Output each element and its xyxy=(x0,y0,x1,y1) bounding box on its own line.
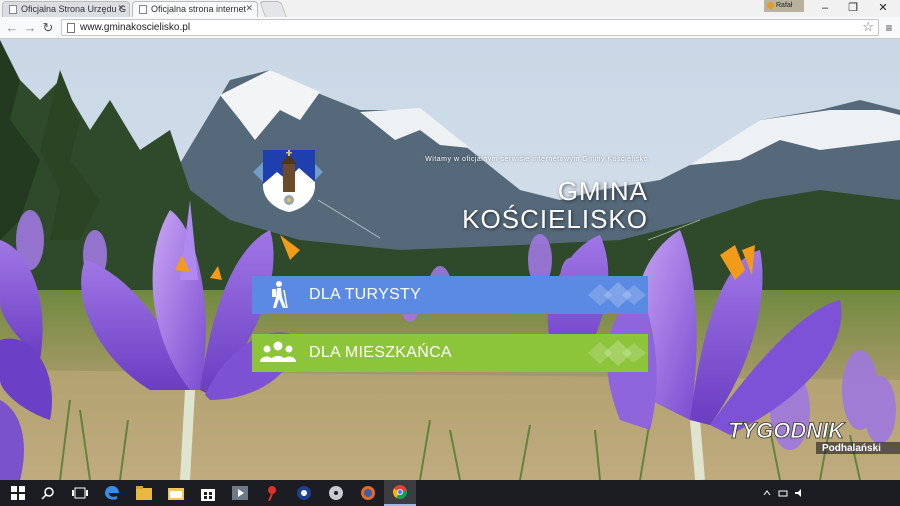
page-favicon-icon xyxy=(139,5,147,14)
url-text: www.gminakoscielisko.pl xyxy=(80,22,191,33)
decorative-pattern xyxy=(588,340,646,366)
page-favicon-icon xyxy=(9,5,17,14)
reload-icon[interactable]: ↻ xyxy=(40,19,56,37)
pin-icon[interactable] xyxy=(256,480,288,506)
back-arrow-icon[interactable]: ← xyxy=(4,19,20,37)
close-window-button[interactable]: ✕ xyxy=(868,0,898,16)
restore-button[interactable]: ❐ xyxy=(838,0,868,16)
browser-tab-2[interactable]: Oficjalna strona internet ✕ xyxy=(132,1,258,17)
file-explorer-icon[interactable] xyxy=(128,480,160,506)
tab-title: Oficjalna Strona Urzędu G xyxy=(21,4,127,14)
tourist-button-label: DLA TURYSTY xyxy=(309,286,422,303)
watermark-line2: Podhalański xyxy=(822,443,881,454)
firefox-icon[interactable] xyxy=(352,480,384,506)
chrome-icon[interactable] xyxy=(384,480,416,506)
resident-portal-button[interactable]: DLA MIESZKAŃCA xyxy=(252,334,648,372)
tourist-portal-button[interactable]: DLA TURYSTY xyxy=(252,276,648,314)
tab-title: Oficjalna strona internet xyxy=(151,4,247,14)
site-title-line1: GMINA xyxy=(557,176,648,206)
site-title-line2: KOŚCIELISKO xyxy=(462,204,648,234)
folder-icon[interactable] xyxy=(160,480,192,506)
browser-menu-icon[interactable]: ≡ xyxy=(882,19,896,37)
browser-toolbar: ← → ↻ www.gminakoscielisko.pl ☆ ≡ xyxy=(0,17,900,39)
user-name: Rafał xyxy=(776,2,793,9)
site-title: GMINA KOŚCIELISKO xyxy=(420,177,648,233)
new-tab-button[interactable] xyxy=(259,1,287,17)
address-bar[interactable]: www.gminakoscielisko.pl ☆ xyxy=(61,19,879,36)
tab-close-icon[interactable]: ✕ xyxy=(245,3,253,14)
tab-close-icon[interactable]: ✕ xyxy=(117,3,125,14)
windows-taskbar xyxy=(0,480,900,506)
app-icon[interactable] xyxy=(288,480,320,506)
store-icon[interactable] xyxy=(192,480,224,506)
windows-start-icon[interactable] xyxy=(2,480,34,506)
decorative-pattern xyxy=(588,282,646,308)
page-icon xyxy=(67,23,75,33)
bookmark-star-icon[interactable]: ☆ xyxy=(862,19,874,35)
minimize-button[interactable]: – xyxy=(810,0,840,16)
user-profile-badge[interactable]: Rafał xyxy=(764,0,804,12)
dvd-icon[interactable] xyxy=(320,480,352,506)
browser-tab-1[interactable]: Oficjalna Strona Urzędu G ✕ xyxy=(2,1,130,17)
edge-icon[interactable] xyxy=(96,480,128,506)
network-icon[interactable] xyxy=(778,488,788,498)
forward-arrow-icon[interactable]: → xyxy=(22,19,38,37)
gmina-coat-of-arms-icon xyxy=(253,150,323,212)
people-icon xyxy=(260,341,296,362)
watermark-line1: TYGODNIK xyxy=(728,418,846,443)
volume-icon[interactable] xyxy=(794,488,804,498)
welcome-text: Witamy w oficjalnym serwisie internetowy… xyxy=(425,156,648,163)
task-view-icon[interactable] xyxy=(64,480,96,506)
search-icon[interactable] xyxy=(32,480,64,506)
browser-tab-bar: Oficjalna Strona Urzędu G ✕ Oficjalna st… xyxy=(0,0,900,17)
tray-chevron-icon[interactable] xyxy=(762,488,772,498)
warning-icon xyxy=(767,2,774,9)
tygodnik-podhalanski-watermark-logo: TYGODNIK Podhalański xyxy=(728,418,900,454)
media-player-icon[interactable] xyxy=(224,480,256,506)
resident-button-label: DLA MIESZKAŃCA xyxy=(309,344,452,361)
hiker-icon xyxy=(272,281,288,309)
